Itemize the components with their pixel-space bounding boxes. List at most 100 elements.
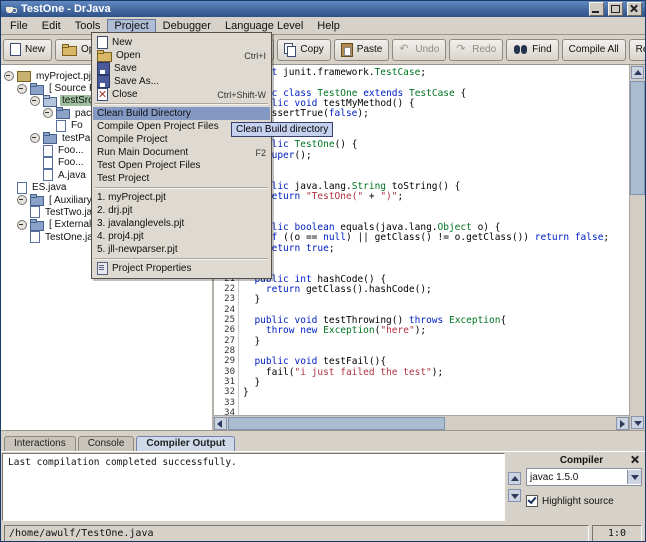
checkbox-label: Highlight source [542,496,614,507]
line-number: 33 [214,398,235,408]
redo-button[interactable]: Redo [449,39,503,61]
menu-item-run-main-document[interactable]: Run Main DocumentF2 [93,146,270,159]
menubar-item-debugger[interactable]: Debugger [156,19,218,33]
folder-icon [43,134,57,144]
menubar-item-file[interactable]: File [3,19,35,33]
output-scroll-down-button[interactable] [508,489,521,502]
expander-icon[interactable] [17,84,27,94]
tab-interactions[interactable]: Interactions [4,436,76,451]
new-button[interactable]: New [3,39,52,61]
menu-item-clean-build-directory[interactable]: Clean Build Directory [93,107,270,120]
save-icon [97,75,110,88]
close-panel-icon[interactable] [629,454,642,466]
copy-button[interactable]: Copy [277,39,330,61]
code-line: if ((o == null) || getClass() != o.getCl… [243,232,629,242]
expander-icon[interactable] [17,220,27,230]
menu-item-close[interactable]: CloseCtrl+Shift-W [93,88,270,101]
file-icon [43,169,53,181]
expander-icon[interactable] [17,195,27,205]
expander-icon[interactable] [30,96,40,106]
tab-console[interactable]: Console [78,436,135,451]
checkbox-check-icon[interactable] [526,495,538,507]
code-line [243,408,629,415]
folder-open-icon [43,97,57,107]
menu-item-new[interactable]: New [93,36,270,49]
compile-all-button[interactable]: Compile All [562,39,626,61]
code-line [243,346,629,356]
code-line: import junit.framework.TestCase; [243,67,629,77]
expander-icon[interactable] [30,133,40,143]
code-line: } [243,336,629,346]
menubar-item-tools[interactable]: Tools [68,19,108,33]
menubar-item-help[interactable]: Help [310,19,347,33]
status-caret-position: 1:0 [592,525,642,542]
find-button[interactable]: Find [506,39,558,61]
window-title: TestOne - DrJava [21,3,111,15]
project-menu: NewOpenCtrl+ISaveSave As...CloseCtrl+Shi… [91,32,272,279]
undo-button[interactable]: Undo [392,39,446,61]
reset-button[interactable]: Reset [629,39,646,61]
code-line: } [243,387,629,397]
redo-icon [456,43,468,56]
menu-item-project-properties[interactable]: Project Properties [93,262,270,275]
code-line: super(); [243,150,629,160]
code-area[interactable]: import junit.framework.TestCase; public … [239,65,629,415]
menu-item-1-myproject-pjt[interactable]: 1. myProject.pjt [93,191,270,204]
menu-item-3-javalanglevels-pjt[interactable]: 3. javalanglevels.pjt [93,217,270,230]
menu-item-5-jll-newparser-pjt[interactable]: 5. jll-newparser.pjt [93,243,270,256]
menubar-item-language-level[interactable]: Language Level [218,19,310,33]
menu-item-2-drj-pjt[interactable]: 2. drj.pjt [93,204,270,217]
menu-item-save-as[interactable]: Save As... [93,75,270,88]
compiler-dropdown-value: javac 1.5.0 [527,472,627,483]
code-line: } [243,377,629,387]
scroll-right-button[interactable] [616,417,629,430]
maximize-button[interactable] [608,2,623,16]
minimize-button[interactable] [589,2,604,16]
folder-icon [30,221,44,231]
file-icon [43,157,53,169]
drjava-window: TestOne - DrJava FileEditToolsProjectDeb… [0,0,646,542]
editor: 1234567891011121314151617181920212223242… [214,65,645,430]
horizontal-scroll-thumb[interactable] [228,417,445,430]
vertical-scroll-thumb[interactable] [630,81,645,195]
code-line: return "TestOne(" + ")"; [243,191,629,201]
drjava-app-icon [4,3,17,16]
line-number: 31 [214,377,235,387]
chevron-down-icon[interactable] [627,470,641,484]
menu-item-save[interactable]: Save [93,62,270,75]
file-icon [43,145,53,157]
line-number: 25 [214,315,235,325]
menu-item-test-open-project-files[interactable]: Test Open Project Files [93,159,270,172]
menu-item-test-project[interactable]: Test Project [93,172,270,185]
close-button[interactable] [627,2,642,16]
scroll-down-button[interactable] [631,416,644,429]
scroll-up-button[interactable] [631,66,644,79]
open-folder-icon [62,46,77,56]
compiler-panel: Compiler javac 1.5.0 Highlight source [523,452,645,522]
folder-icon [30,85,44,95]
menu-item-4-proj4-pjt[interactable]: 4. proj4.pjt [93,230,270,243]
paste-button[interactable]: Paste [334,39,390,61]
folder-icon [30,196,44,206]
menubar-item-edit[interactable]: Edit [35,19,68,33]
tab-compiler-output[interactable]: Compiler Output [136,436,235,451]
highlight-source-checkbox[interactable]: Highlight source [526,495,642,507]
output-scroll-up-button[interactable] [508,472,521,485]
code-line: public boolean equals(java.lang.Object o… [243,222,629,232]
editor-vertical-scrollbar[interactable] [629,65,645,430]
editor-horizontal-scrollbar[interactable] [214,415,629,430]
code-line: public TestOne() { [243,139,629,149]
code-line: throw new Exception("here"); [243,325,629,335]
scroll-left-button[interactable] [214,417,227,430]
file-icon [30,206,40,218]
compiler-dropdown[interactable]: javac 1.5.0 [526,468,642,486]
code-line: } [243,253,629,263]
code-line: fail("i just failed the test"); [243,367,629,377]
new-file-icon [97,36,108,49]
code-line: public void testThrowing() throws Except… [243,315,629,325]
menubar-item-project[interactable]: Project [107,19,155,33]
menu-item-open[interactable]: OpenCtrl+I [93,49,270,62]
code-line: public int hashCode() { [243,274,629,284]
expander-icon[interactable] [4,71,14,81]
expander-icon[interactable] [43,108,53,118]
